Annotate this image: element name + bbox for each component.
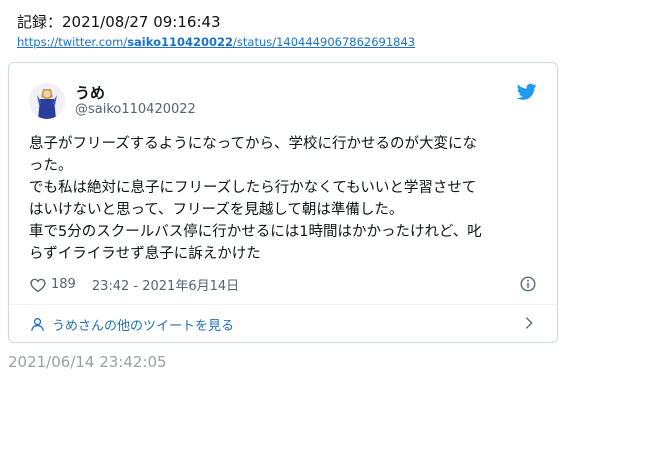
card-divider xyxy=(9,304,557,305)
more-tweets-link[interactable]: うめさんの他のツイートを見る xyxy=(29,313,234,335)
more-tweets-label: うめさんの他のツイートを見る xyxy=(52,318,235,334)
person-icon xyxy=(31,317,44,331)
user-display-name[interactable]: うめ xyxy=(75,82,105,103)
heart-icon[interactable] xyxy=(29,276,47,294)
tweet-text-line: はいけないと思って、フリーズを見越して朝は準備した。 xyxy=(29,202,404,218)
like-count[interactable]: 189 xyxy=(51,277,76,292)
user-handle[interactable]: @saiko110420022 xyxy=(75,102,196,117)
tweet-text-line: 車で5分のスクールバス停に行かせるには1時間はかかったけれど、叱 xyxy=(29,224,482,240)
tweet-timestamp[interactable]: 23:42 - 2021年6月14日 xyxy=(92,275,239,294)
record-title: 記録：2021/08/27 09:16:43 xyxy=(17,13,221,31)
tweet-text: 息子がフリーズするようになってから、学校に行かせるのが大変にな った。 でも私は… xyxy=(29,133,541,265)
tweet-text-line: った。 xyxy=(29,158,73,174)
info-icon[interactable] xyxy=(519,275,537,293)
avatar[interactable] xyxy=(29,83,65,119)
tweet-meta-row: 189 23:42 - 2021年6月14日 xyxy=(29,275,239,294)
twitter-bird-icon[interactable] xyxy=(517,83,537,101)
tweet-text-line: らずイライラせず息子に訴えかけた xyxy=(29,246,261,262)
tweet-text-line: でも私は絶対に息子にフリーズしたら行かなくてもいいと学習させて xyxy=(29,180,477,196)
embedded-tweet-card: うめ @saiko110420022 息子がフリーズするようになってから、学校に… xyxy=(8,62,558,343)
tweet-url-suffix: /status/1404449067862691843 xyxy=(233,35,416,49)
tweet-url-user: saiko110420022 xyxy=(127,35,234,49)
chevron-right-icon[interactable] xyxy=(521,315,537,331)
tweet-url-prefix: https://twitter.com/ xyxy=(17,35,128,49)
tweet-url-link[interactable]: https://twitter.com/saiko110420022/statu… xyxy=(17,35,415,49)
saved-timestamp: 2021/06/14 23:42:05 xyxy=(8,353,167,371)
tweet-text-line: 息子がフリーズするようになってから、学校に行かせるのが大変にな xyxy=(29,136,478,152)
